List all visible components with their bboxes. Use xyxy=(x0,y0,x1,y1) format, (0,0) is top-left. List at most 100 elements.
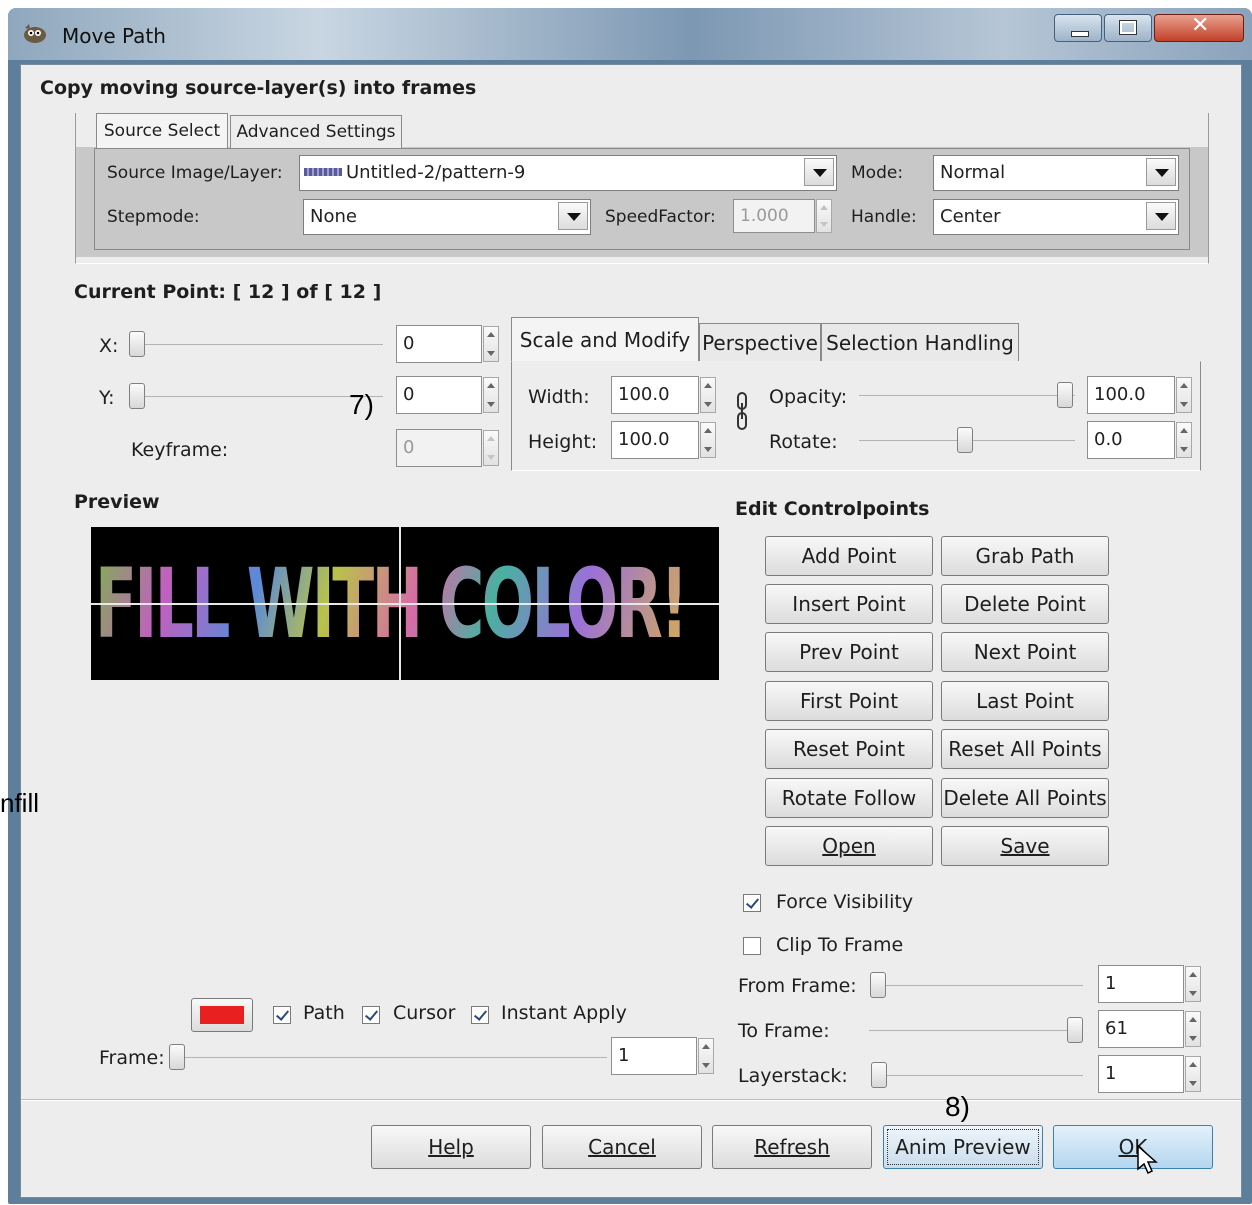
path-label[interactable]: Path xyxy=(303,1002,345,1024)
add-point-button[interactable]: Add Point xyxy=(765,536,933,576)
step-7-annotation: 7) xyxy=(349,389,374,420)
from-frame-slider-track[interactable] xyxy=(877,985,1083,986)
prev-point-button[interactable]: Prev Point xyxy=(765,632,933,672)
instant-apply-checkbox[interactable] xyxy=(471,1006,489,1024)
last-point-button[interactable]: Last Point xyxy=(941,681,1109,721)
cancel-button[interactable]: Cancel xyxy=(542,1125,702,1169)
layerstack-slider-track[interactable] xyxy=(877,1075,1083,1076)
keyframe-stepper[interactable] xyxy=(483,430,499,466)
reset-point-button[interactable]: Reset Point xyxy=(765,729,933,769)
title-bar[interactable]: Move Path ✕ xyxy=(8,8,1252,60)
from-frame-slider-thumb[interactable] xyxy=(870,972,886,998)
open-label: Open xyxy=(822,834,876,858)
chevron-down-icon[interactable] xyxy=(558,202,588,230)
help-button[interactable]: Help xyxy=(371,1125,531,1169)
x-field[interactable]: 0 xyxy=(396,325,482,363)
instant-apply-label[interactable]: Instant Apply xyxy=(501,1002,627,1024)
chevron-down-icon[interactable] xyxy=(1146,202,1176,230)
width-field[interactable]: 100.0 xyxy=(611,376,699,414)
open-button[interactable]: Open xyxy=(765,826,933,866)
rotate-follow-button[interactable]: Rotate Follow xyxy=(765,778,933,818)
y-stepper[interactable] xyxy=(483,377,499,413)
move-path-window: Move Path ✕ Copy moving source-layer(s) … xyxy=(8,8,1252,1204)
width-stepper[interactable] xyxy=(700,377,716,413)
mode-combo[interactable]: Normal xyxy=(933,155,1179,191)
y-field[interactable]: 0 xyxy=(396,376,482,414)
to-frame-slider-thumb[interactable] xyxy=(1067,1017,1083,1043)
height-stepper[interactable] xyxy=(700,422,716,458)
handle-combo[interactable]: Center xyxy=(933,199,1179,235)
grab-path-button[interactable]: Grab Path xyxy=(941,536,1109,576)
chevron-down-icon[interactable] xyxy=(1146,158,1176,186)
app-icon xyxy=(22,22,48,44)
insert-point-button[interactable]: Insert Point xyxy=(765,584,933,624)
tab-selection-handling[interactable]: Selection Handling xyxy=(821,323,1019,362)
rotate-field[interactable]: 0.0 xyxy=(1087,421,1175,459)
maximize-button[interactable] xyxy=(1104,14,1152,42)
preview-canvas[interactable]: FILL WITH COLOR! xyxy=(91,527,719,680)
layerstack-slider-thumb[interactable] xyxy=(871,1062,887,1088)
from-frame-stepper[interactable] xyxy=(1185,966,1201,1002)
anim-preview-button[interactable]: Anim Preview xyxy=(883,1125,1043,1169)
next-point-button[interactable]: Next Point xyxy=(941,632,1109,672)
cancel-label: Cancel xyxy=(588,1135,656,1159)
chain-link-icon[interactable] xyxy=(734,389,750,435)
delete-point-button[interactable]: Delete Point xyxy=(941,584,1109,624)
opacity-slider-thumb[interactable] xyxy=(1057,382,1073,408)
reset-all-points-button[interactable]: Reset All Points xyxy=(941,729,1109,769)
preview-crosshair-vertical xyxy=(399,527,401,680)
x-slider-thumb[interactable] xyxy=(129,331,145,357)
x-stepper[interactable] xyxy=(483,326,499,362)
keyframe-field[interactable]: 0 xyxy=(396,429,482,467)
force-visibility-checkbox[interactable] xyxy=(743,894,761,912)
tab-advanced-settings[interactable]: Advanced Settings xyxy=(230,115,402,148)
height-field[interactable]: 100.0 xyxy=(611,421,699,459)
button-separator xyxy=(21,1099,1241,1101)
stepmode-combo[interactable]: None xyxy=(303,199,591,235)
to-frame-field[interactable]: 61 xyxy=(1098,1010,1184,1048)
close-button[interactable]: ✕ xyxy=(1154,13,1244,42)
layerstack-field[interactable]: 1 xyxy=(1098,1055,1184,1093)
ok-button[interactable]: OK xyxy=(1053,1125,1213,1169)
speedfactor-stepper[interactable] xyxy=(816,199,832,233)
frame-stepper[interactable] xyxy=(698,1038,714,1074)
save-button[interactable]: Save xyxy=(941,826,1109,866)
frame-slider-track[interactable] xyxy=(177,1057,607,1058)
refresh-button[interactable]: Refresh xyxy=(712,1125,872,1169)
source-image-layer-combo[interactable]: Untitled-2/pattern-9 xyxy=(299,155,837,191)
from-frame-field[interactable]: 1 xyxy=(1098,965,1184,1003)
layer-thumbnail xyxy=(304,168,342,176)
stepmode-label: Stepmode: xyxy=(107,207,200,227)
minimize-button[interactable] xyxy=(1054,14,1102,42)
opacity-stepper[interactable] xyxy=(1176,377,1192,413)
opacity-label: Opacity: xyxy=(769,386,848,408)
opacity-slider-track[interactable] xyxy=(859,395,1075,396)
clip-to-frame-checkbox[interactable] xyxy=(743,937,761,955)
cursor-checkbox[interactable] xyxy=(362,1006,380,1024)
x-slider-track[interactable] xyxy=(137,344,383,345)
clip-to-frame-label[interactable]: Clip To Frame xyxy=(776,934,903,956)
chevron-down-icon[interactable] xyxy=(804,158,834,186)
cursor-label[interactable]: Cursor xyxy=(393,1002,455,1024)
first-point-button[interactable]: First Point xyxy=(765,681,933,721)
delete-all-points-button[interactable]: Delete All Points xyxy=(941,778,1109,818)
height-label: Height: xyxy=(528,431,598,453)
path-checkbox[interactable] xyxy=(273,1006,291,1024)
rotate-stepper[interactable] xyxy=(1176,422,1192,458)
layerstack-stepper[interactable] xyxy=(1185,1056,1201,1092)
tab-source-select[interactable]: Source Select xyxy=(96,113,228,148)
speedfactor-field[interactable]: 1.000 xyxy=(733,199,815,233)
frame-field[interactable]: 1 xyxy=(611,1037,697,1075)
tab-scale-and-modify[interactable]: Scale and Modify xyxy=(511,317,699,362)
y-slider-thumb[interactable] xyxy=(129,383,145,409)
to-frame-slider-track[interactable] xyxy=(869,1030,1083,1031)
to-frame-stepper[interactable] xyxy=(1185,1011,1201,1047)
rotate-slider-thumb[interactable] xyxy=(957,427,973,453)
frame-slider-thumb[interactable] xyxy=(169,1044,185,1070)
rotate-label: Rotate: xyxy=(769,431,838,453)
force-visibility-label[interactable]: Force Visibility xyxy=(776,891,913,913)
tab-perspective[interactable]: Perspective xyxy=(699,323,821,362)
y-slider-track[interactable] xyxy=(137,396,383,397)
opacity-field[interactable]: 100.0 xyxy=(1087,376,1175,414)
path-color-button[interactable] xyxy=(191,998,253,1032)
